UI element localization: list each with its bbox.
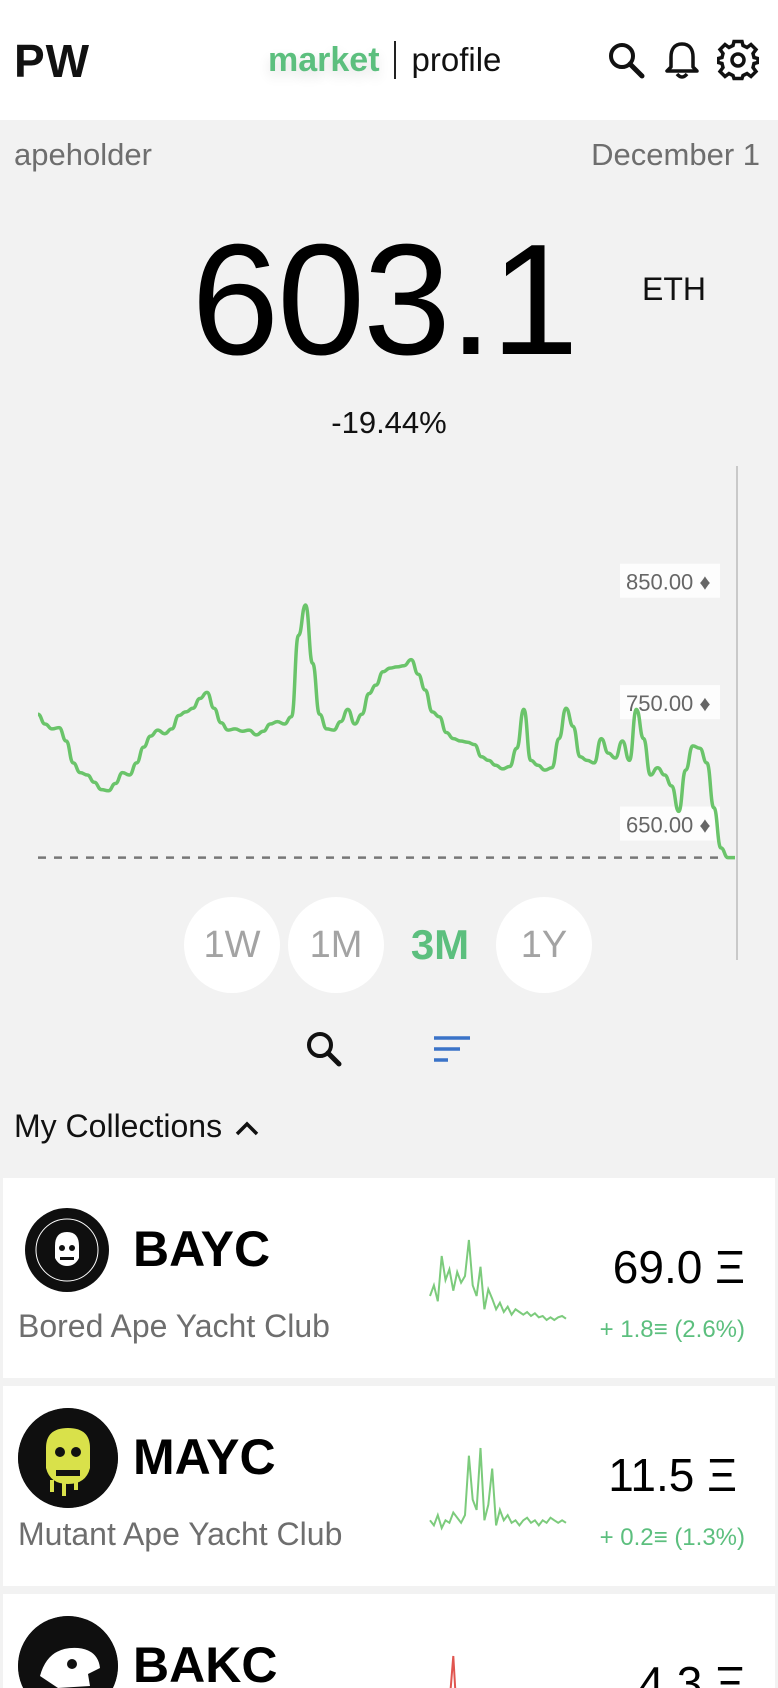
username: apeholder	[14, 137, 152, 172]
collection-sparkline	[429, 1447, 567, 1531]
sort-icon[interactable]	[428, 1025, 476, 1073]
collection-name: Mutant Ape Yacht Club	[18, 1516, 343, 1552]
collection-sparkline	[449, 1655, 457, 1688]
range-1w-button[interactable]: 1W	[184, 897, 280, 993]
collection-card-bayc[interactable]: BAYC Bored Ape Yacht Club 69.0 Ξ + 1.8≡ …	[3, 1178, 775, 1378]
nav-market-tab[interactable]: market	[268, 41, 380, 80]
bayc-logo	[25, 1208, 109, 1292]
collection-symbol: MAYC	[133, 1429, 276, 1485]
date-label: December 1	[591, 137, 760, 172]
collection-price: 4.3 Ξ	[638, 1657, 745, 1688]
app-logo[interactable]: PW	[14, 34, 90, 88]
collection-sparkline	[429, 1239, 567, 1322]
collection-card-bakc[interactable]: BAKC 4.3 Ξ	[3, 1594, 775, 1688]
mayc-logo	[18, 1408, 118, 1508]
collection-search-icon[interactable]	[300, 1025, 348, 1073]
range-1m-button[interactable]: 1M	[288, 897, 384, 993]
collection-price: 11.5 Ξ	[608, 1449, 737, 1501]
range-3m-button[interactable]: 3M	[392, 897, 488, 993]
section-title: My Collections	[14, 1108, 223, 1144]
gear-icon[interactable]	[716, 38, 760, 82]
collection-change: + 0.2≡ (1.3%)	[599, 1524, 745, 1551]
collection-card-mayc[interactable]: MAYC Mutant Ape Yacht Club 11.5 Ξ + 0.2≡…	[3, 1386, 775, 1586]
sparkline-path	[429, 1447, 567, 1531]
app-header: PW market profile	[0, 0, 778, 120]
top-nav: market profile	[268, 38, 501, 82]
chevron-up-icon	[234, 1108, 260, 1145]
collection-price: 69.0 Ξ	[612, 1241, 745, 1293]
sparkline-path	[449, 1655, 457, 1688]
collection-change: + 1.8≡ (2.6%)	[599, 1316, 745, 1343]
sparkline-path	[429, 1239, 567, 1322]
collection-name: Bored Ape Yacht Club	[18, 1308, 330, 1344]
range-1y-button[interactable]: 1Y	[496, 897, 592, 993]
y-tick-label: 650.00 ♦	[626, 813, 711, 838]
nav-profile-tab[interactable]: profile	[412, 41, 502, 79]
my-collections-toggle[interactable]: My Collections	[14, 1108, 260, 1145]
y-tick-label: 850.00 ♦	[626, 570, 711, 595]
value-unit: ETH	[642, 271, 706, 307]
nav-divider	[393, 41, 396, 79]
bakc-logo	[18, 1616, 118, 1688]
collection-symbol: BAYC	[133, 1221, 271, 1277]
search-icon[interactable]	[604, 38, 648, 82]
portfolio-chart[interactable]: 850.00 ♦750.00 ♦650.00 ♦	[0, 460, 778, 960]
bell-icon[interactable]	[660, 38, 704, 82]
portfolio-change: -19.44%	[331, 405, 447, 440]
collection-symbol: BAKC	[133, 1637, 278, 1688]
